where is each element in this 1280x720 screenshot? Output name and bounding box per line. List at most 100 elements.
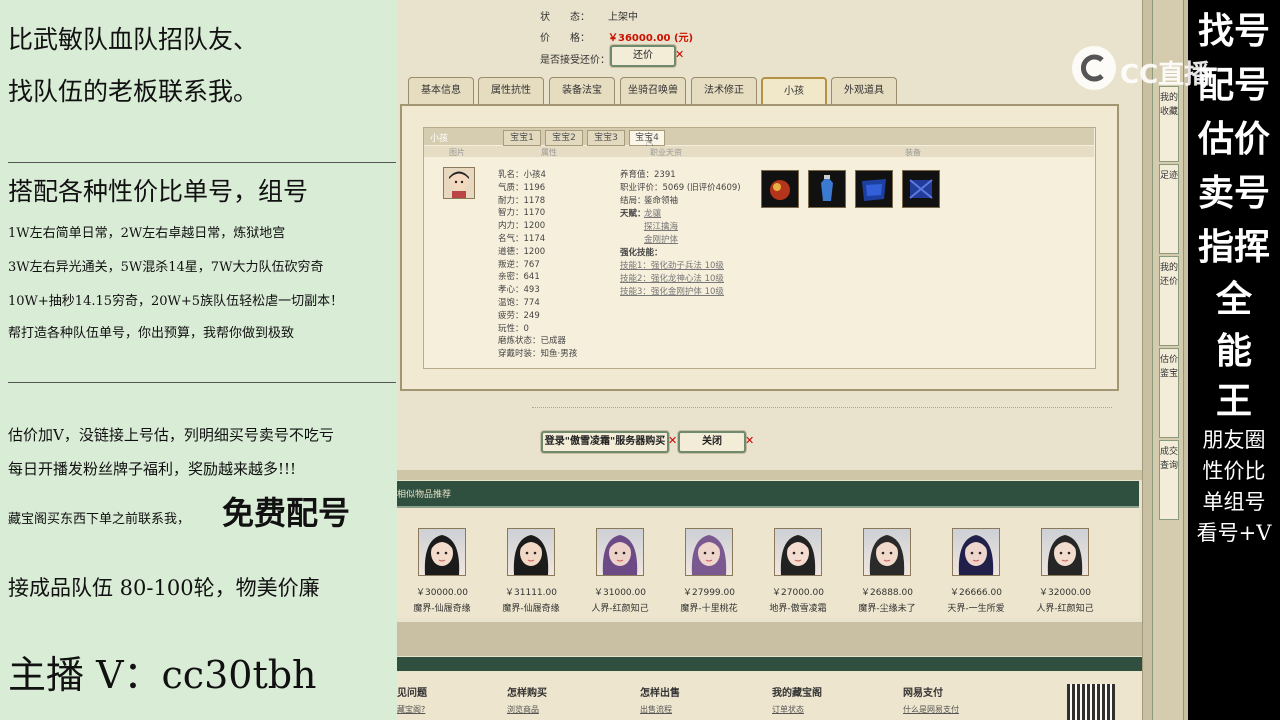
promo-line: 找队伍的老板联系我。: [8, 77, 259, 106]
character-portrait[interactable]: [952, 528, 1000, 576]
side-menu-deals[interactable]: 成交查询: [1159, 440, 1179, 520]
tab-equipment[interactable]: 装备法宝: [549, 77, 615, 104]
price-value: ￥36000.00 (元): [608, 33, 694, 44]
status-value: 上架中: [608, 12, 638, 23]
promo-big-text: 卖号: [1197, 172, 1270, 214]
tab-basic-info[interactable]: 基本信息: [408, 77, 474, 104]
footer-link[interactable]: 出售流程: [640, 704, 672, 715]
child-attribute-row: 孝心：493: [498, 285, 540, 296]
tab-attributes[interactable]: 属性抗性: [478, 77, 544, 104]
qr-code-icon: [1067, 684, 1115, 720]
child-attribute-row: 耐力：1178: [498, 195, 546, 206]
child-attribute-row: 道德：1200: [498, 246, 546, 257]
close-icon: ✕: [745, 434, 755, 447]
character-portrait[interactable]: [774, 528, 822, 576]
side-menu-favorites[interactable]: 我的收藏: [1159, 86, 1179, 162]
skill-link[interactable]: 技能3：强化金刚护体 10级: [620, 285, 724, 297]
subtab-baby-3[interactable]: 宝宝3: [587, 130, 625, 146]
col-job: 职业天资: [650, 148, 682, 157]
skill-link[interactable]: 技能1：强化劲子兵法 10级: [620, 259, 724, 271]
promo-line: 藏宝阁买东西下单之前联系我，: [8, 512, 191, 527]
talent-link[interactable]: 探江擒海: [644, 220, 678, 232]
close-icon: ✕: [675, 48, 685, 61]
footer-col: 怎样出售: [640, 688, 680, 699]
item-server-name: 魔界-十里桃花: [680, 604, 738, 614]
subtab-baby-1[interactable]: 宝宝1: [503, 130, 541, 146]
character-portrait[interactable]: [596, 528, 644, 576]
tab-mounts[interactable]: 坐骑召唤兽: [620, 77, 686, 104]
child-attribute-row: 智力：1170: [498, 208, 546, 219]
similar-header-title: 相似物品推荐: [397, 490, 452, 500]
price-label: 价 格：: [540, 33, 590, 44]
promo-small-text: 单组号: [1202, 490, 1266, 514]
footer-link[interactable]: 藏宝阁?: [397, 704, 425, 715]
promo-highlight: 免费配号: [222, 494, 351, 532]
footer-col: 我的藏宝阁: [772, 688, 822, 699]
tab-child[interactable]: 小孩: [761, 77, 827, 105]
footer-link[interactable]: 浏览商品: [507, 704, 539, 715]
promo-line: 比武敏队血队招队友、: [8, 25, 259, 54]
footer-col: 怎样购买: [507, 688, 547, 699]
cc-live-logo-icon: [1072, 46, 1116, 90]
character-portrait[interactable]: [1041, 528, 1089, 576]
promo-line: 3W左右异光通关，5W混杀14星，7W大力队伍砍穷奇: [8, 260, 324, 275]
similar-item-card[interactable]: ￥30000.00 魔界-仙履奇缘: [397, 528, 487, 614]
equipment-slot[interactable]: [808, 170, 846, 208]
item-server-name: 地界-傲雪凌霜: [769, 604, 827, 614]
item-server-name: 魔界-尘缘未了: [858, 604, 916, 614]
child-attribute-row: 磨炼状态：已成器: [498, 336, 567, 347]
bargain-button[interactable]: 还价: [610, 45, 676, 67]
talent-link[interactable]: 金刚护体: [644, 233, 678, 245]
child-attribute-row: 疲劳：249: [498, 310, 540, 321]
item-price: ￥31000.00: [594, 588, 646, 598]
footer-link[interactable]: 订单状态: [772, 704, 804, 715]
promo-line: 帮打造各种队伍单号，你出预算，我帮你做到极致: [8, 326, 295, 341]
nurture-value: 养育值：2391: [620, 170, 676, 180]
side-menu-appraisal[interactable]: 估价鉴宝: [1159, 348, 1179, 438]
item-price: ￥27000.00: [772, 588, 824, 598]
talent-label: 天赋：: [620, 209, 646, 219]
item-server-name: 天界-一生所爱: [947, 604, 1005, 614]
col-attr: 属性: [541, 148, 557, 157]
similar-header-bar: [397, 481, 1139, 508]
equipment-slot[interactable]: [855, 170, 893, 208]
subtab-baby-2[interactable]: 宝宝2: [545, 130, 583, 146]
child-avatar: [443, 167, 475, 199]
talent-link[interactable]: 龙骧: [644, 207, 661, 219]
similar-item-card[interactable]: ￥31000.00 人界-红颜知己: [575, 528, 665, 614]
tab-appearance[interactable]: 外观道具: [831, 77, 897, 104]
equipment-slot[interactable]: [761, 170, 799, 208]
item-price: ￥26888.00: [861, 588, 913, 598]
skill-label: 强化技能：: [620, 248, 663, 258]
child-attribute-row: 气质：1196: [498, 182, 546, 193]
side-menu-my-bargains[interactable]: 我的还价: [1159, 256, 1179, 346]
skill-link[interactable]: 技能2：强化龙神心法 10级: [620, 272, 724, 284]
footer-col: 见问题: [397, 688, 427, 699]
trade-site: 状 态： 上架中 价 格： ￥36000.00 (元) 是否接受还价： 还价 ✕…: [397, 0, 1142, 720]
character-portrait[interactable]: [685, 528, 733, 576]
child-attribute-row: 温饱：774: [498, 298, 540, 308]
section-gap: [397, 470, 1142, 480]
login-buy-button[interactable]: 登录"傲雪凌霜"服务器购买: [541, 431, 669, 453]
character-portrait[interactable]: [507, 528, 555, 576]
ending-value: 鉴命领袖: [644, 196, 679, 206]
side-menu-history[interactable]: 足迹: [1159, 164, 1179, 254]
tab-spells[interactable]: 法术修正: [691, 77, 757, 104]
character-portrait[interactable]: [863, 528, 911, 576]
promo-line: 1W左右简单日常，2W左右卓越日常，炼狱地宫: [8, 226, 286, 241]
child-attribute-row: 名气：1174: [498, 234, 546, 244]
divider: [532, 407, 1112, 408]
footer-link[interactable]: 什么是网易支付: [903, 704, 959, 715]
similar-item-card[interactable]: ￥27000.00 地界-傲雪凌霜: [753, 528, 843, 614]
close-button[interactable]: 关闭: [678, 431, 746, 453]
promo-line: 搭配各种性价比单号，组号: [8, 177, 309, 206]
similar-item-card[interactable]: ￥27999.00 魔界-十里桃花: [664, 528, 754, 614]
character-portrait[interactable]: [418, 528, 466, 576]
equipment-slot[interactable]: [902, 170, 940, 208]
item-server-name: 人界-红颜知己: [591, 604, 649, 614]
similar-item-card[interactable]: ￥26888.00 魔界-尘缘未了: [842, 528, 932, 614]
item-price: ￥30000.00: [416, 588, 468, 598]
similar-item-card[interactable]: ￥32000.00 人界-红颜知己: [1020, 528, 1110, 614]
similar-item-card[interactable]: ￥26666.00 天界-一生所爱: [931, 528, 1021, 614]
similar-item-card[interactable]: ￥31111.00 魔界-仙履奇缘: [486, 528, 576, 614]
